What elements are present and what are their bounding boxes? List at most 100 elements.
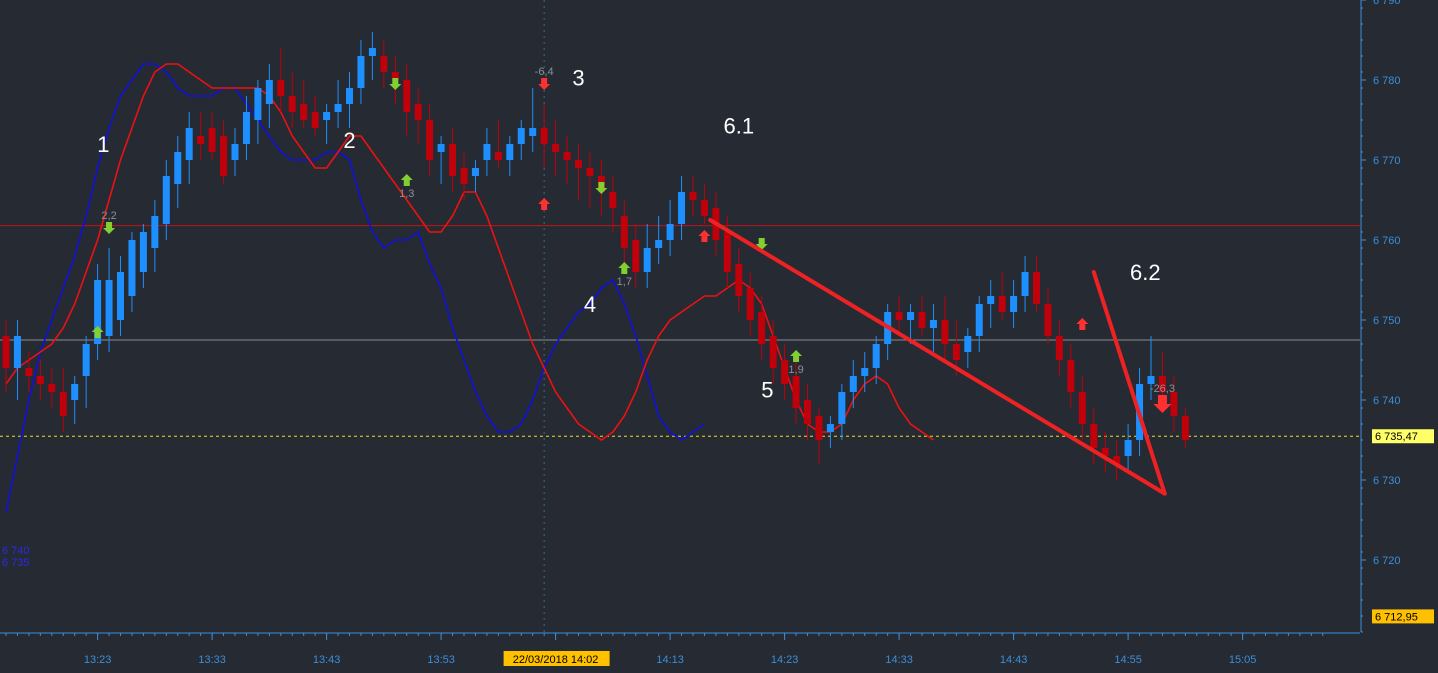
candle-body <box>437 144 445 152</box>
time-tick-label: 14:23 <box>771 654 799 666</box>
candle-body <box>368 48 376 56</box>
price-tick-label: 6 760 <box>1373 235 1401 247</box>
candle-body <box>723 232 731 272</box>
legend-values: 6 7406 735 <box>2 545 30 569</box>
candle-body <box>540 128 548 144</box>
candle-body <box>231 144 239 160</box>
candle-body <box>735 264 743 296</box>
candle-body <box>48 384 56 392</box>
time-tick-label: 13:53 <box>427 654 455 666</box>
signal-value: -26,3 <box>1150 383 1175 395</box>
candle-body <box>987 296 995 304</box>
signal-value: 1,7 <box>617 276 632 288</box>
candle-body <box>185 128 193 160</box>
time-tick-label: 14:13 <box>656 654 684 666</box>
signal-value: 1,9 <box>788 364 803 376</box>
candle-body <box>952 344 960 360</box>
candle-body <box>25 368 33 376</box>
candle-body <box>59 392 67 416</box>
price-tick-label: 6 720 <box>1373 555 1401 567</box>
candle-body <box>975 304 983 336</box>
candle-body <box>494 152 502 160</box>
candle-body <box>139 232 147 272</box>
wave-label: 6.2 <box>1130 260 1161 285</box>
candle-body <box>552 144 560 152</box>
candle-body <box>265 80 273 104</box>
candle-body <box>666 224 674 240</box>
wave-label: 2 <box>343 128 355 153</box>
low-price-tag: 6 712,95 <box>1372 609 1434 624</box>
price-tick-label: 6 750 <box>1373 315 1401 327</box>
candle-body <box>1090 424 1098 448</box>
candle-body <box>792 376 800 408</box>
candle-body <box>174 152 182 184</box>
candle-body <box>36 376 44 384</box>
candle-body <box>151 216 159 248</box>
wave-label: 3 <box>572 66 584 91</box>
time-tag-label: 22/03/2018 14:02 <box>513 654 599 666</box>
candle-body <box>1010 296 1018 312</box>
candle-body <box>804 400 811 424</box>
price-tick-label: 6 730 <box>1373 475 1401 487</box>
candle-body <box>1170 392 1178 416</box>
price-tick-label: 6 790 <box>1373 0 1401 7</box>
candle-body <box>929 320 937 328</box>
candle-body <box>700 200 708 216</box>
candle-body <box>506 144 514 160</box>
time-tick-label: 13:23 <box>84 654 112 666</box>
candle-body <box>998 296 1006 312</box>
price-tick-label: 6 740 <box>1373 395 1401 407</box>
legend-value: 6 740 <box>2 545 30 557</box>
candle-body <box>1033 272 1040 304</box>
time-tick-label: 13:33 <box>198 654 226 666</box>
signal-value: -6,4 <box>535 66 554 78</box>
candle-body <box>1181 416 1189 440</box>
signal-value: 1,3 <box>399 188 414 200</box>
candle-body <box>403 80 411 112</box>
candle-body <box>758 312 766 344</box>
candle-body <box>918 312 926 328</box>
price-tag-label: 6 735,47 <box>1375 431 1418 443</box>
wave-label: 6.1 <box>724 114 755 139</box>
candle-body <box>346 88 353 104</box>
candle-body <box>609 192 617 208</box>
candle-body <box>826 424 834 432</box>
candle-body <box>655 240 663 248</box>
candle-body <box>483 144 491 160</box>
candle-body <box>643 248 651 272</box>
wave-label: 4 <box>584 292 596 317</box>
candle-body <box>769 336 777 368</box>
candle-body <box>323 112 331 120</box>
candlestick-chart: 2,2 1,3 -6,4 1,7 1,9 -26,3 1 2 3 4 5 6.1 6.2 6 790 6… <box>0 0 1438 673</box>
candle-body <box>895 312 903 320</box>
candle-body <box>517 128 525 144</box>
candle-body <box>311 112 319 128</box>
current-price-tag: 6 735,47 <box>1372 429 1434 444</box>
candle-body <box>460 168 468 184</box>
candle-body <box>71 384 79 400</box>
candle-body <box>632 240 640 272</box>
candle-body <box>575 160 582 168</box>
candle-body <box>242 112 250 144</box>
candle-body <box>907 312 915 320</box>
candle-body <box>746 288 754 320</box>
candle-body <box>254 88 262 120</box>
wave-label: 1 <box>97 132 109 157</box>
time-tick-label: 14:33 <box>885 654 913 666</box>
candle-body <box>1124 440 1132 456</box>
candle-body <box>380 56 388 72</box>
candle-body <box>2 336 10 368</box>
candle-body <box>1078 392 1086 424</box>
candle-body <box>288 96 296 112</box>
candle-body <box>689 192 697 200</box>
candle-body <box>414 104 422 120</box>
candle-body <box>300 104 308 120</box>
candle-body <box>849 376 857 392</box>
candle-body <box>334 104 342 112</box>
candle-body <box>678 192 686 224</box>
candle-body <box>941 320 949 344</box>
candle-body <box>426 120 434 160</box>
candle-body <box>815 416 823 440</box>
candle-body <box>449 144 457 176</box>
candle-body <box>1067 360 1075 392</box>
